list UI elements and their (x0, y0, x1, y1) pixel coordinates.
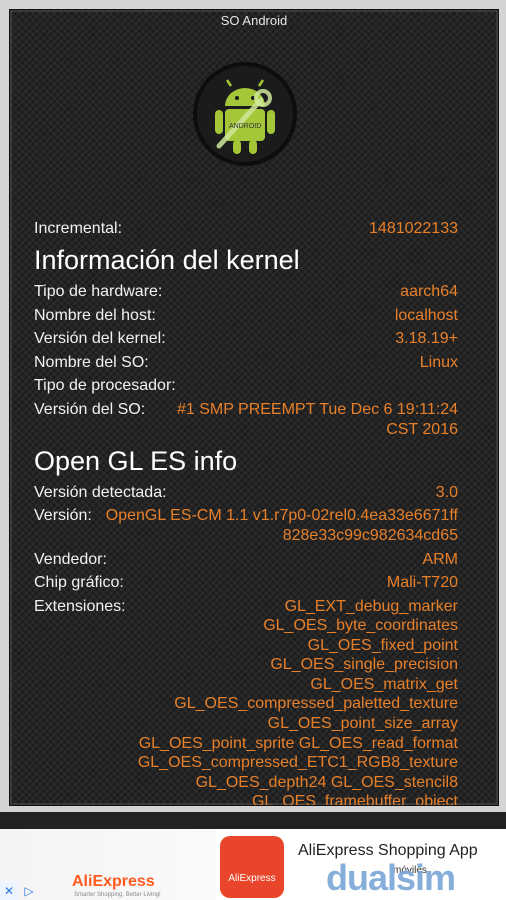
row-processor: Tipo de procesador: (34, 376, 458, 396)
extension-item: GL_OES_compressed_ETC1_RGB8_texture (137, 754, 458, 772)
extension-item: GL_OES_fixed_point (307, 636, 458, 654)
row-os-version: Versión del SO: #1 SMP PREEMPT Tue Dec 6… (34, 400, 458, 440)
row-label: Versión del kernel: (34, 330, 166, 347)
row-gl-version: Versión: OpenGL ES-CM 1.1 v1.r7p0-02rel0… (34, 506, 458, 546)
ad-brand-text: AliExpress (72, 873, 155, 890)
extension-item: GL_OES_point_sprite GL_OES_read_format (138, 734, 458, 752)
info-panel[interactable]: SO Android ANDROID Incremental: 14810221… (9, 9, 499, 806)
row-value: aarch64 (400, 283, 458, 300)
extension-item: GL_OES_matrix_get (310, 675, 458, 693)
extensions-list: GL_EXT_debug_marker GL_OES_byte_coordina… (137, 597, 458, 806)
app-title: SO Android (220, 13, 288, 28)
row-label: Vendedor: (34, 550, 107, 568)
row-hardware: Tipo de hardware: aarch64 (34, 282, 458, 302)
ad-icon-label: AliExpress (228, 873, 276, 884)
row-value: #1 SMP PREEMPT Tue Dec 6 19:11:24 CST 20… (176, 400, 458, 438)
row-value: ARM (422, 550, 458, 568)
row-value: 3.0 (435, 483, 458, 501)
row-value: Mali-T720 (386, 574, 458, 591)
row-value: 1481022133 (369, 220, 458, 237)
row-extensions: Extensiones: GL_EXT_debug_marker GL_OES_… (34, 597, 458, 806)
extension-item: GL_OES_point_size_array (267, 715, 458, 733)
row-label: Versión: (34, 507, 92, 524)
row-label: Incremental: (34, 220, 123, 237)
row-value: Linux (419, 353, 458, 371)
row-value: OpenGL ES-CM 1.1 v1.r7p0-02rel0.4ea33e66… (105, 507, 458, 544)
row-label: Nombre del SO: (34, 353, 149, 371)
row-label: Tipo de procesador: (34, 377, 176, 394)
row-label: Versión detectada: (34, 483, 167, 501)
row-label: Tipo de hardware: (34, 283, 163, 300)
watermark-logo: dualsim (326, 857, 456, 898)
app-frame: SO Android ANDROID Incremental: 14810221… (0, 0, 506, 812)
row-host: Nombre del host: localhost (34, 306, 458, 326)
row-label: Chip gráfico: (34, 574, 124, 591)
logo-text: ANDROID (229, 123, 261, 130)
extension-item: GL_OES_compressed_paletted_texture (174, 695, 458, 713)
ad-banner[interactable]: AliExpress Smarter Shopping, Better Livi… (0, 829, 506, 900)
ad-choices-icon[interactable]: ▷ (20, 882, 38, 900)
row-gpu: Chip gráfico: Mali-T720 (34, 573, 458, 593)
extension-item: GL_OES_depth24 GL_OES_stencil8 (195, 773, 458, 791)
row-kernel-version: Versión del kernel: 3.18.19+ (34, 329, 458, 349)
info-content: Incremental: 1481022133 Información del … (34, 219, 458, 806)
ad-app-icon[interactable]: AliExpress (220, 836, 284, 898)
row-label: Nombre del host: (34, 306, 156, 324)
ad-divider (0, 812, 506, 829)
row-vendor: Vendedor: ARM (34, 550, 458, 570)
row-value: 3.18.19+ (395, 330, 458, 347)
ad-tagline: Smarter Shopping, Better Living! (74, 892, 161, 898)
row-value: localhost (394, 306, 458, 324)
extension-item: GL_OES_byte_coordinates (263, 617, 458, 635)
extension-item: GL_EXT_debug_marker (284, 597, 458, 615)
row-incremental: Incremental: 1481022133 (34, 219, 458, 239)
extension-item: GL_OES_single_precision (270, 656, 458, 674)
row-os-name: Nombre del SO: Linux (34, 353, 458, 373)
ad-close-icon[interactable]: ✕ (0, 882, 18, 900)
android-logo-icon: ANDROID (193, 62, 297, 166)
extension-item: GL_OES_framebuffer_object (251, 793, 458, 806)
row-label: Extensiones: (34, 597, 126, 615)
row-gl-detected: Versión detectada: 3.0 (34, 483, 458, 503)
row-label: Versión del SO: (34, 400, 146, 418)
opengl-heading: Open GL ES info (34, 445, 238, 476)
kernel-heading: Información del kernel (34, 245, 300, 275)
